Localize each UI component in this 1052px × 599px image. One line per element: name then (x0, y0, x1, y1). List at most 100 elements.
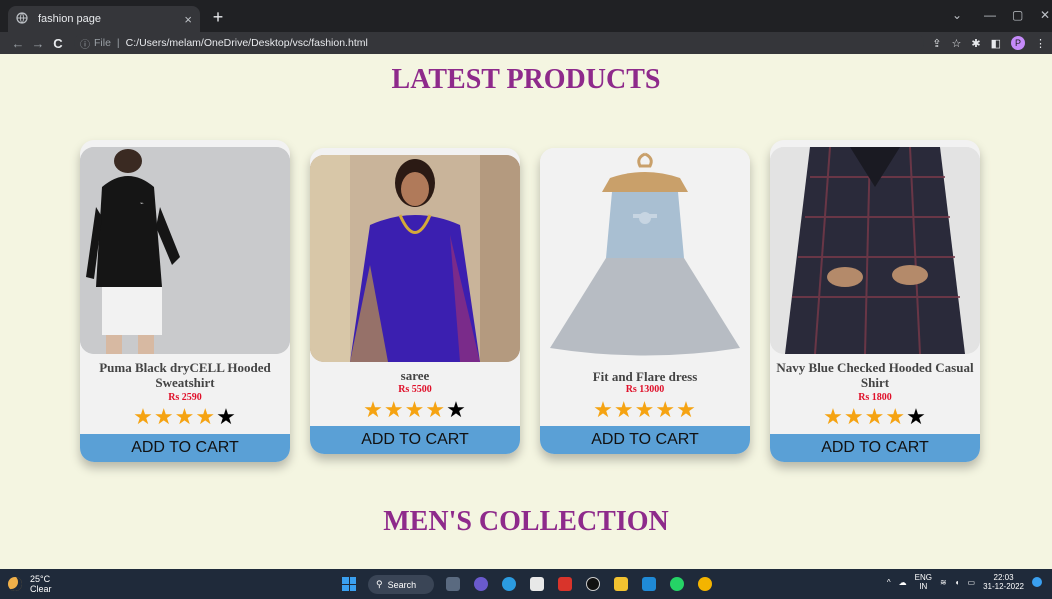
star-empty-icon: ★ (446, 397, 467, 422)
star-empty-icon: ★ (906, 404, 927, 429)
dell-icon[interactable] (586, 577, 600, 591)
rating-stars: ★★★★★ (540, 399, 750, 421)
product-image[interactable] (310, 155, 520, 362)
star-filled-icon: ★ (404, 397, 426, 422)
url-scheme: File (94, 37, 111, 49)
forward-icon[interactable]: → (28, 36, 48, 51)
mens-collection-heading: MEN'S COLLECTION (383, 506, 669, 537)
chrome-icon[interactable] (698, 577, 712, 591)
star-filled-icon: ★ (363, 397, 384, 422)
notification-icon[interactable] (1032, 577, 1042, 587)
temperature: 25°C (30, 574, 51, 584)
whatsapp-icon[interactable] (670, 577, 684, 591)
star-filled-icon: ★ (195, 404, 217, 429)
product-price: Rs 13000 (625, 384, 665, 395)
teams-icon[interactable] (474, 577, 488, 591)
time: 22:03 (993, 573, 1014, 582)
chevron-up-icon[interactable]: ^ (887, 578, 891, 587)
minimize-icon[interactable]: — (984, 8, 996, 22)
product-image[interactable]: ⌁ (80, 147, 290, 354)
url-separator: | (116, 37, 120, 49)
product-name: Puma Black dryCELL Hooded Sweatshirt (99, 360, 271, 390)
reload-icon[interactable]: C (48, 36, 68, 51)
product-name: Fit and Flare dress (592, 369, 698, 384)
taskbar: 25°C Clear ⚲ Search ^ ☁ ENG IN ≋ ◖ ▭ 22:… (0, 569, 1052, 599)
address-bar[interactable]: ⓘ File | C:/Users/melam/OneDrive/Desktop… (74, 34, 924, 52)
star-filled-icon: ★ (593, 397, 614, 422)
region-code: IN (919, 582, 928, 591)
product-price: Rs 1800 (858, 392, 892, 403)
back-icon[interactable]: ← (8, 36, 28, 51)
star-filled-icon: ★ (425, 397, 447, 422)
info-icon[interactable]: ⓘ (80, 36, 90, 51)
window-close-icon[interactable]: ✕ (1040, 8, 1050, 22)
add-to-cart-button[interactable]: ADD TO CART (80, 434, 290, 462)
url-text: C:/Users/melam/OneDrive/Desktop/vsc/fash… (125, 37, 368, 49)
share-icon[interactable]: ⇪ (932, 37, 941, 50)
add-to-cart-button[interactable]: ADD TO CART (770, 434, 980, 462)
weather-widget[interactable]: 25°C Clear (8, 574, 52, 594)
add-to-cart-button[interactable]: ADD TO CART (310, 426, 520, 454)
extensions-icon[interactable]: ✱ (971, 37, 980, 50)
star-filled-icon: ★ (383, 397, 405, 422)
browser-tabbar: fashion page × + ⌄ — ▢ ✕ (0, 0, 1052, 32)
language-indicator[interactable]: ENG IN (915, 573, 932, 591)
file-explorer-taskbar-icon[interactable] (446, 577, 460, 591)
star-filled-icon: ★ (823, 404, 844, 429)
product-card: saree Rs 5500 ★★★★★ ADD TO CART (310, 148, 520, 454)
menu-icon[interactable]: ⋮ (1035, 37, 1046, 50)
star-filled-icon: ★ (174, 404, 196, 429)
profile-avatar[interactable]: P (1011, 36, 1025, 50)
toolbar-icons: ⇪ ☆ ✱ ◧ P ⋮ (932, 36, 1046, 50)
latest-products-heading: LATEST PRODUCTS (391, 64, 661, 95)
rating-stars: ★★★★★ (770, 406, 980, 428)
restore-icon[interactable]: ▢ (1012, 8, 1023, 22)
tab-search-icon[interactable]: ⌄ (952, 8, 962, 22)
new-tab-button[interactable]: + (208, 8, 228, 28)
rating-stars: ★★★★★ (310, 399, 520, 421)
browser-toolbar: ← → C ⓘ File | C:/Users/melam/OneDrive/D… (0, 32, 1052, 54)
add-to-cart-button[interactable]: ADD TO CART (540, 426, 750, 454)
vscode-icon[interactable] (642, 577, 656, 591)
product-card: Navy Blue Checked Hooded Casual Shirt Rs… (770, 140, 980, 462)
star-filled-icon: ★ (133, 404, 154, 429)
star-filled-icon: ★ (613, 397, 635, 422)
product-price: Rs 2590 (168, 392, 202, 403)
sidepanel-icon[interactable]: ◧ (991, 37, 1001, 50)
star-filled-icon: ★ (864, 404, 886, 429)
system-tray: ^ ☁ ENG IN ≋ ◖ ▭ 22:03 31-12-2022 (887, 573, 1042, 591)
rating-stars: ★★★★★ (80, 406, 290, 428)
windows-start-icon[interactable] (342, 577, 356, 591)
wifi-icon[interactable]: ≋ (940, 578, 947, 587)
mcafee-icon[interactable] (558, 577, 572, 591)
globe-icon (16, 12, 30, 26)
product-card: ⌁ Puma Black dryCELL Hooded Sweatshirt R… (80, 140, 290, 462)
volume-icon[interactable]: ◖ (955, 578, 960, 587)
edge-icon[interactable] (502, 577, 516, 591)
product-image[interactable] (540, 148, 750, 362)
taskbar-search[interactable]: ⚲ Search (368, 575, 434, 594)
star-filled-icon: ★ (885, 404, 907, 429)
page-content: LATEST PRODUCTS ⌁ Puma Black dryCELL Hoo… (0, 54, 1052, 569)
browser-tab[interactable]: fashion page × (8, 6, 200, 32)
cloud-icon[interactable]: ☁ (899, 578, 907, 587)
search-label: Search (387, 579, 417, 590)
bookmark-star-icon[interactable]: ☆ (952, 37, 962, 50)
battery-icon[interactable]: ▭ (968, 578, 976, 587)
tab-close-icon[interactable]: × (184, 12, 192, 27)
search-icon: ⚲ (376, 579, 383, 589)
store-icon[interactable] (530, 577, 544, 591)
product-name: Navy Blue Checked Hooded Casual Shirt (776, 360, 974, 390)
clock[interactable]: 22:03 31-12-2022 (983, 573, 1024, 591)
svg-text:⌁: ⌁ (140, 201, 144, 207)
moon-icon (8, 577, 22, 591)
star-empty-icon: ★ (216, 404, 237, 429)
folder-icon[interactable] (614, 577, 628, 591)
date: 31-12-2022 (983, 582, 1024, 591)
star-filled-icon: ★ (634, 397, 656, 422)
product-card: Fit and Flare dress Rs 13000 ★★★★★ ADD T… (540, 148, 750, 454)
star-filled-icon: ★ (676, 397, 697, 422)
tab-title: fashion page (38, 13, 101, 25)
weather-condition: Clear (30, 584, 52, 594)
product-image[interactable] (770, 147, 980, 354)
